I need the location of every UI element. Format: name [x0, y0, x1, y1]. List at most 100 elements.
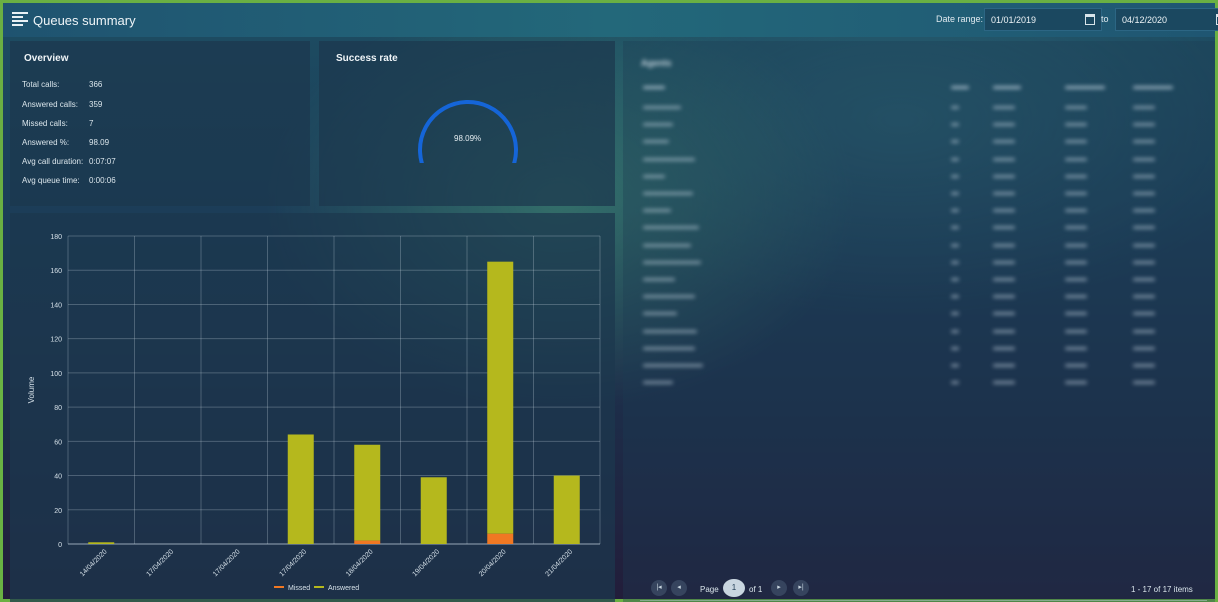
date-from-input[interactable]: 01/01/2019: [984, 8, 1102, 31]
y-tick-label: 180: [50, 234, 62, 241]
table-cell: [951, 192, 959, 195]
table-header-cell: [1133, 86, 1173, 89]
table-cell: [643, 278, 675, 281]
table-cell: [643, 174, 665, 178]
table-cell: [1065, 364, 1087, 367]
table-cell: [993, 140, 1015, 144]
table-header-cell: [1065, 86, 1105, 89]
x-tick-label: 21/04/2020: [544, 548, 574, 578]
table-cell: [1133, 192, 1155, 195]
table-cell: [1133, 174, 1155, 178]
table-cell: [1065, 192, 1087, 195]
legend-label: Missed: [288, 585, 310, 592]
table-cell: [993, 174, 1015, 178]
date-to-input[interactable]: 04/12/2020: [1115, 8, 1218, 31]
table-cell: [993, 295, 1015, 299]
overview-label: Missed calls:: [22, 119, 68, 128]
table-cell: [643, 106, 681, 109]
table-cell: [1065, 226, 1087, 230]
first-page-button[interactable]: |◂: [651, 580, 667, 596]
table-cell: [951, 346, 959, 350]
table-cell: [643, 243, 691, 247]
table-cell: [643, 123, 673, 127]
success-rate-value: 98.09%: [454, 134, 482, 143]
menu-icon[interactable]: [12, 12, 28, 26]
date-to-value: 04/12/2020: [1122, 15, 1168, 25]
date-to-label: to: [1101, 14, 1109, 24]
table-cell: [951, 226, 959, 230]
y-tick-label: 140: [50, 302, 62, 309]
bar-answered: [88, 542, 115, 544]
table-cell: [1065, 260, 1087, 264]
gauge-arc: [418, 100, 518, 163]
table-cell: [993, 243, 1015, 247]
table-cell: [951, 157, 959, 161]
table-cell: [951, 329, 959, 333]
table-cell: [951, 106, 959, 109]
table-cell: [993, 364, 1015, 367]
table-cell: [951, 278, 959, 281]
table-cell: [993, 346, 1015, 350]
table-cell: [1133, 123, 1155, 127]
table-cell: [993, 260, 1015, 264]
y-tick-label: 160: [50, 268, 62, 275]
table-cell: [1065, 381, 1087, 385]
table-cell: [643, 140, 669, 144]
x-tick-label: 17/04/2020: [145, 548, 175, 578]
top-bar: Queues summary Date range: 01/01/2019 to…: [3, 3, 1218, 37]
y-tick-label: 60: [54, 439, 62, 446]
x-tick-label: 19/04/2020: [411, 548, 441, 578]
table-cell: [643, 192, 693, 195]
bar-answered: [553, 475, 580, 544]
table-cell: [1065, 278, 1087, 281]
agents-title: Agents: [641, 58, 672, 68]
overview-title: Overview: [24, 53, 69, 64]
table-cell: [643, 260, 701, 264]
table-cell: [993, 209, 1015, 213]
overview-value: 7: [89, 119, 94, 128]
table-cell: [1065, 312, 1087, 316]
table-header-cell: [951, 86, 969, 89]
table-cell: [1133, 364, 1155, 367]
last-page-button[interactable]: ▸|: [793, 580, 809, 596]
table-cell: [951, 140, 959, 144]
overview-label: Avg queue time:: [22, 176, 80, 185]
table-cell: [1133, 295, 1155, 299]
page-of-label: of 1: [749, 585, 763, 594]
y-axis-label: Volume: [27, 376, 36, 403]
bar-missed: [354, 540, 381, 544]
success-rate-title: Success rate: [336, 53, 398, 64]
table-cell: [1065, 329, 1087, 333]
table-cell: [1133, 278, 1155, 281]
table-cell: [643, 381, 673, 385]
y-tick-label: 120: [50, 337, 62, 344]
items-count: 1 - 17 of 17 items: [1131, 585, 1193, 594]
bar-answered: [287, 434, 314, 544]
date-range-label: Date range:: [936, 14, 984, 24]
table-cell: [993, 123, 1015, 127]
table-cell: [993, 312, 1015, 316]
table-cell: [1065, 123, 1087, 127]
table-cell: [951, 295, 959, 299]
table-cell: [1133, 381, 1155, 385]
prev-page-button[interactable]: ◂: [671, 580, 687, 596]
bar-answered: [354, 444, 381, 541]
table-cell: [1065, 157, 1087, 161]
table-cell: [1065, 243, 1087, 247]
calendar-icon[interactable]: [1085, 14, 1095, 25]
table-cell: [993, 329, 1015, 333]
page-title: Queues summary: [33, 13, 136, 28]
next-page-button[interactable]: ▸: [771, 580, 787, 596]
table-cell: [1133, 106, 1155, 109]
current-page[interactable]: 1: [723, 579, 745, 597]
overview-label: Answered calls:: [22, 100, 79, 109]
table-cell: [1133, 329, 1155, 333]
overview-value: 98.09: [89, 138, 110, 147]
y-tick-label: 80: [54, 405, 62, 412]
overview-value: 0:00:06: [89, 176, 116, 185]
y-tick-label: 40: [54, 474, 62, 481]
bar-answered: [420, 477, 447, 544]
volume-chart: 0 20 40 60 80 100 120 140 160 180 Volume 14/04/2020…: [27, 234, 601, 592]
table-cell: [993, 106, 1015, 109]
date-from-value: 01/01/2019: [991, 15, 1037, 25]
